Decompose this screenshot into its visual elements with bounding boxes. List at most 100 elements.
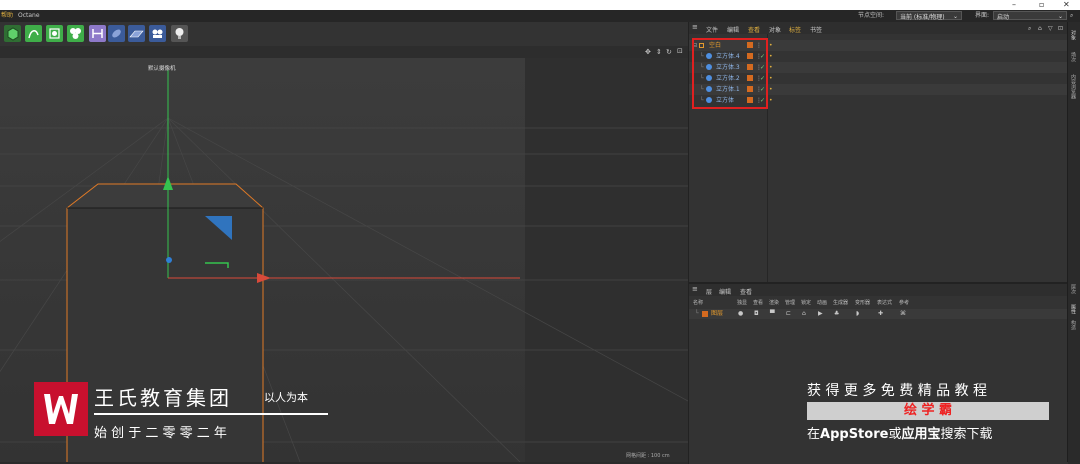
node-space-dropdown[interactable]: 当前 (标准/物理) ⌄ [896,11,962,21]
tab-bookmarks[interactable]: 书签 [810,25,822,34]
column-render: 渲染 [769,300,780,306]
object-manager: ≡ 文件 编辑 查看 对象 标签 书签 ⌕ ⌂ ▽ ⊡ ⊟ 空白 ⋮ • └ 立… [688,22,1068,282]
spline-pen-icon[interactable] [25,25,42,42]
tag-icon[interactable]: • [769,51,773,62]
cube-primitive-icon[interactable] [4,25,21,42]
move-view-icon[interactable]: ✥ [645,48,651,56]
tag-icon[interactable]: • [769,40,773,51]
tab-file[interactable]: 文件 [706,25,718,34]
light-icon[interactable] [171,25,188,42]
filter-icon[interactable]: ▽ [1048,25,1053,32]
tab-view[interactable]: 查看 [740,287,752,296]
view-icon[interactable]: ◘ [754,309,759,319]
promo-appstore: AppStore [820,427,889,442]
field-icon[interactable] [108,25,125,42]
tab-layer[interactable]: 层 [706,287,712,296]
safe-frame-overlay [525,58,688,462]
column-expressions: 表达式 [877,300,893,306]
brand-founded: 始 创 于 二 零 零 二 年 [94,426,227,441]
rotate-view-icon[interactable]: ↻ [666,48,672,56]
promo-suffix: 搜索下载 [940,427,993,442]
manager-icon[interactable]: ⊏ [786,309,791,319]
restore-icon[interactable]: ▫ [1039,0,1044,10]
toggle-view-icon[interactable]: ⊡ [677,47,683,55]
new-window-icon[interactable]: ⊡ [1058,25,1063,32]
grid-spacing-label: 网格间距 : 100 cm [626,453,670,459]
tab-objects[interactable]: 对象 [769,25,781,34]
menu-bar: 帮助 Octane 节点空间: 当前 (标准/物理) ⌄ 界面: 启动 ⌄ ⌕ [0,10,1080,22]
hamburger-icon[interactable]: ≡ [692,285,698,293]
layer-name[interactable]: 图层 [711,309,723,319]
tab-content-browser-vertical[interactable]: 内容浏览器 [1070,74,1077,99]
camera-icon[interactable] [149,25,166,42]
tag-icon[interactable]: • [769,62,773,73]
render-icon[interactable]: ▀ [770,309,775,319]
cloner-icon[interactable] [67,25,84,42]
main-toolbar [0,22,688,46]
subdivision-icon[interactable] [46,25,63,42]
close-icon[interactable]: ✕ [1063,0,1070,10]
layer-color-icon[interactable] [702,311,708,317]
tab-layers-vertical[interactable]: 层次 [1070,284,1077,294]
layer-column-header: 名称 独显 查看 渲染 管理 锁定 动画 生成器 变形器 表达式 参考 [689,299,1068,308]
play-icon[interactable]: ▶ [818,309,823,319]
promo-prefix: 在 [807,427,821,442]
column-lock: 锁定 [801,300,812,306]
chevron-down-icon: ⌄ [1057,13,1063,20]
tab-edit[interactable]: 编辑 [719,287,731,296]
column-name: 名称 [693,300,704,306]
selection-highlight-box [692,38,768,109]
column-animation: 动画 [817,300,828,306]
column-xref: 参考 [899,300,910,306]
promo-line-1: 获 得 更 多 免 费 精 品 教 程 [807,383,988,399]
zoom-view-icon[interactable]: ⇕ [656,48,662,56]
right-tab-strip: 对象 场次 内容浏览器 层次 属性 构造 [1067,22,1080,462]
tab-attributes-vertical[interactable]: 属性 [1070,304,1077,314]
deformer-icon[interactable] [89,25,106,42]
brand-logo [34,382,88,436]
xref-icon[interactable]: ⌘ [900,309,906,319]
tab-structure-vertical[interactable]: 构造 [1070,320,1077,330]
interface-dropdown[interactable]: 启动 ⌄ [993,11,1067,21]
floor-icon[interactable] [128,25,145,42]
home-icon[interactable]: ⌂ [1038,25,1042,32]
lock-icon[interactable]: ⌂ [802,309,806,319]
brand-name: 王氏教育集团 [94,386,232,410]
search-icon[interactable]: ⌕ [1070,11,1073,21]
promo-yingyongbao: 应用宝 [901,427,941,442]
menu-octane[interactable]: Octane [18,11,40,21]
generator-icon[interactable]: ♣ [834,309,839,319]
column-deformers: 变形器 [855,300,871,306]
camera-label[interactable]: 默认摄像机 [148,64,176,72]
tab-view[interactable]: 查看 [748,25,760,34]
menu-help[interactable]: 帮助 [1,11,13,21]
tag-icon[interactable]: • [769,95,773,106]
promo-or: 或 [888,427,902,442]
tab-tags[interactable]: 标签 [789,25,801,34]
tab-objects-vertical[interactable]: 对象 [1070,30,1077,40]
tree-branch-icon: └ [695,310,699,317]
tag-icon[interactable]: • [769,73,773,84]
promo-banner: 绘 学 霸 [807,402,1049,420]
tab-edit[interactable]: 编辑 [727,25,739,34]
object-manager-menu: ≡ 文件 编辑 查看 对象 标签 书签 ⌕ ⌂ ▽ ⊡ [689,22,1068,34]
column-view: 查看 [753,300,764,306]
promo-line-3: 在AppStore或应用宝搜索下载 [807,423,992,442]
column-generators: 生成器 [833,300,849,306]
tab-takes-vertical[interactable]: 场次 [1070,52,1077,62]
z-axis-handle [166,257,172,263]
promo-watermark: 获 得 更 多 免 费 精 品 教 程 绘 学 霸 在AppStore或应用宝搜… [805,380,1053,442]
hamburger-icon[interactable]: ≡ [692,23,698,31]
layer-manager-menu: ≡ 层 编辑 查看 [689,284,1068,296]
brand-watermark: 王氏教育集团 以人为本 始 创 于 二 零 零 二 年 [34,380,334,444]
expression-icon[interactable]: ✚ [878,309,883,319]
minimize-icon[interactable]: – [1012,0,1016,10]
interface-label: 界面: [975,12,990,19]
tag-icon[interactable]: • [769,84,773,95]
deformer-icon[interactable]: ◗ [856,309,859,319]
column-solo: 独显 [737,300,748,306]
layer-row[interactable]: └ 图层 ● ◘ ▀ ⊏ ⌂ ▶ ♣ ◗ ✚ ⌘ [689,309,1068,319]
search-icon[interactable]: ⌕ [1028,25,1031,33]
solo-icon[interactable]: ● [738,309,743,319]
brand-divider [94,413,328,415]
